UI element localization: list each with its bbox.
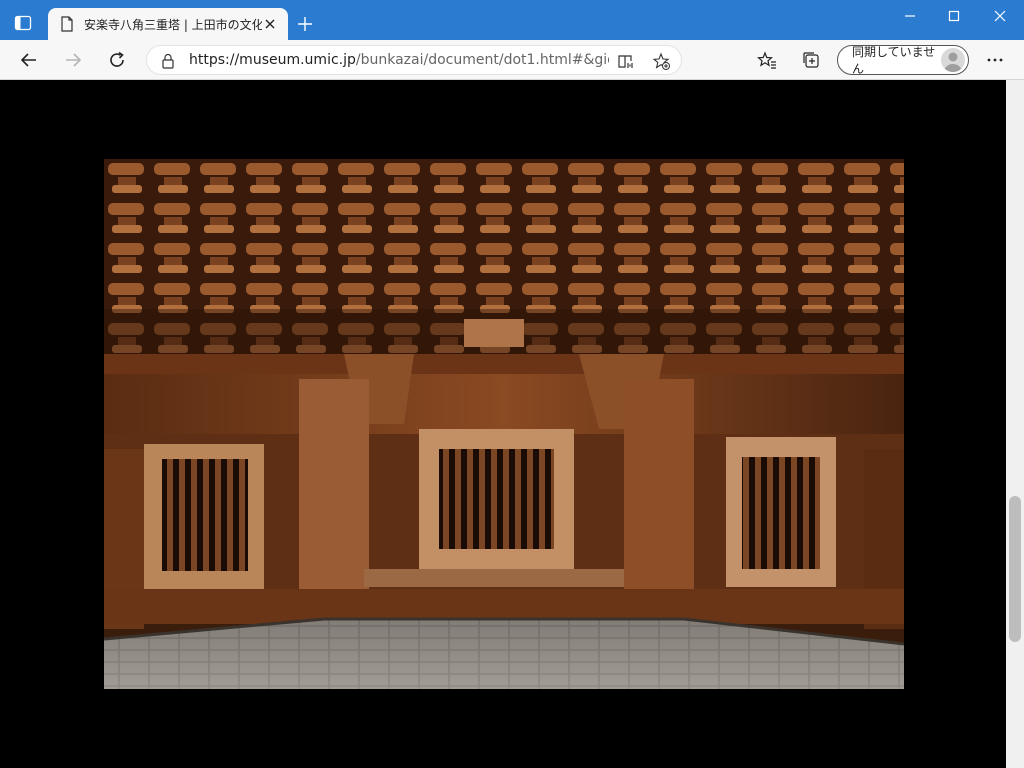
close-tab-button[interactable] — [262, 16, 278, 32]
star-add-icon[interactable] — [652, 52, 670, 70]
refresh-icon[interactable] — [107, 50, 127, 70]
more-icon[interactable] — [985, 50, 1005, 70]
pagoda-photo[interactable] — [104, 159, 904, 689]
collections-icon[interactable] — [801, 50, 821, 70]
minimize-icon[interactable] — [900, 8, 920, 24]
url-host: https://museum.umic.jp — [189, 52, 356, 68]
profile-button[interactable]: 同期していません — [837, 45, 969, 76]
close-icon — [265, 19, 275, 29]
active-tab[interactable]: 安楽寺八角三重塔 | 上田市の文化 — [48, 8, 288, 40]
window-close-icon[interactable] — [990, 8, 1010, 24]
arrow-left-icon[interactable] — [19, 50, 39, 70]
immersive-reader-icon[interactable] — [617, 52, 635, 70]
address-bar[interactable]: https://museum.umic.jp/bunkazai/document… — [146, 45, 682, 75]
profile-label: 同期していません — [852, 45, 936, 76]
url-path: /bunkazai/document/dot1.html#&gid=0... — [355, 52, 609, 68]
arrow-right-icon[interactable] — [63, 50, 83, 70]
lock-icon[interactable] — [161, 53, 175, 69]
url-text[interactable]: https://museum.umic.jp/bunkazai/document… — [189, 46, 609, 74]
vertical-scrollbar[interactable] — [1006, 80, 1024, 768]
pagoda-photo-drawing — [104, 159, 904, 689]
tab-actions-icon[interactable] — [14, 14, 32, 32]
maximize-icon[interactable] — [944, 8, 964, 24]
plus-icon[interactable] — [296, 15, 314, 33]
scrollbar-thumb[interactable] — [1009, 496, 1021, 642]
tab-title: 安楽寺八角三重塔 | 上田市の文化 — [84, 17, 262, 32]
page-icon — [61, 16, 73, 32]
avatar-icon — [941, 48, 965, 72]
title-bar: 安楽寺八角三重塔 | 上田市の文化 — [0, 0, 1024, 40]
browser-toolbar: https://museum.umic.jp/bunkazai/document… — [0, 40, 1024, 80]
favorites-icon[interactable] — [757, 50, 777, 70]
